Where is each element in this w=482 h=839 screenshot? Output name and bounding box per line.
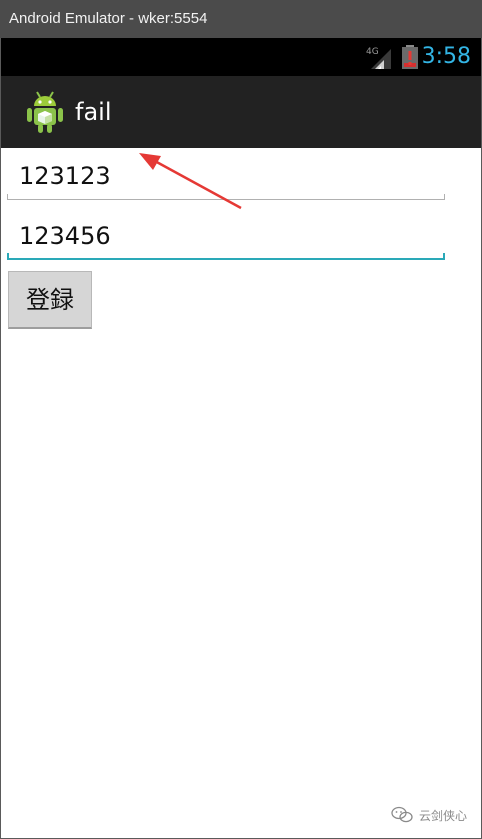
watermark: 云剑侠心: [391, 804, 467, 826]
status-bar: 4G 3:58: [1, 38, 481, 76]
window-title: Android Emulator - wker:5554: [9, 10, 208, 27]
watermark-text: 云剑侠心: [418, 808, 467, 823]
username-value: 123123: [19, 162, 111, 190]
app-title: fail: [75, 98, 112, 126]
network-type-label: 4G: [366, 47, 379, 57]
login-form: 123123 123456 登録: [1, 148, 481, 838]
password-field[interactable]: 123456: [7, 210, 445, 260]
wechat-icon: [391, 806, 413, 823]
username-field[interactable]: 123123: [7, 150, 445, 200]
signal-4g-icon: 4G: [366, 47, 391, 69]
action-bar: [1, 76, 481, 148]
status-clock: 3:58: [421, 44, 471, 69]
login-button[interactable]: 登録: [8, 271, 92, 329]
battery-low-icon: [402, 45, 418, 69]
device-screen: 4G 3:58 fail 123123 123456 登録 云剑侠心: [0, 38, 482, 839]
emulator-window-titlebar: Android Emulator - wker:5554: [0, 0, 482, 38]
password-value: 123456: [19, 222, 111, 250]
android-robot-icon: [27, 91, 63, 133]
